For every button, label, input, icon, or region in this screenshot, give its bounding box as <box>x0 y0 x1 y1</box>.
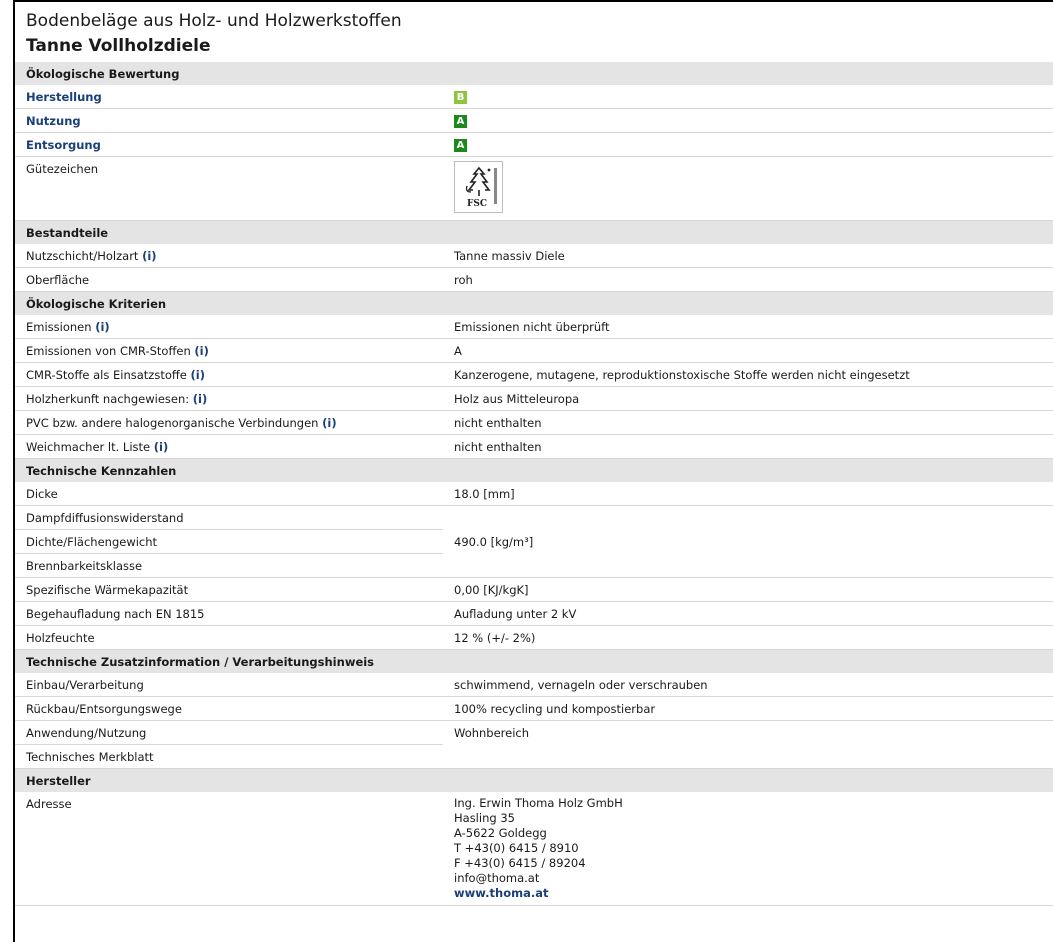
plasticizer-value: nicht enthalten <box>443 434 1053 459</box>
address-block: Ing. Erwin Thoma Holz GmbH Hasling 35 A-… <box>443 792 1053 906</box>
manufacturer-city: A-5622 Goldegg <box>454 826 547 840</box>
info-link[interactable]: (i) <box>322 416 336 430</box>
row-charge: Begehaufladung nach EN 1815 Aufladung un… <box>15 601 1053 626</box>
info-link[interactable]: (i) <box>194 344 208 358</box>
wood-origin-label: Holzherkunft nachgewiesen: <box>26 391 190 406</box>
wood-origin-value: Holz aus Mitteleuropa <box>443 386 1053 411</box>
page-frame: Bodenbeläge aus Holz- und Holzwerkstoffe… <box>13 0 1053 942</box>
usage-value: Wohnbereich <box>443 720 1053 769</box>
row-disposal: Rückbau/Entsorgungswege 100% recycling u… <box>15 696 1053 721</box>
plasticizer-label: Weichmacher lt. Liste <box>26 439 151 454</box>
seal-label: Gütezeichen <box>15 156 443 221</box>
row-heat: Spezifische Wärmekapazität 0,00 [KJ/kgK] <box>15 577 1053 602</box>
usage-label: Anwendung/Nutzung <box>15 720 443 745</box>
density-value: 490.0 [kg/m³] <box>443 529 1053 578</box>
row-usage: Anwendung/Nutzung Wohnbereich <box>15 720 1053 769</box>
row-emissions: Emissionen (i) Emissionen nicht überprüf… <box>15 315 1053 339</box>
info-link[interactable]: (i) <box>154 440 168 454</box>
thickness-value: 18.0 [mm] <box>443 482 1053 506</box>
row-density: Dichte/Flächengewicht 490.0 [kg/m³] <box>15 529 1053 578</box>
moisture-value: 12 % (+/- 2%) <box>443 625 1053 650</box>
row-moisture: Holzfeuchte 12 % (+/- 2%) <box>15 625 1053 650</box>
info-link[interactable]: (i) <box>95 320 109 334</box>
info-link[interactable]: (i) <box>191 368 205 382</box>
disposal-label: Rückbau/Entsorgungswege <box>15 696 443 721</box>
disposal-value: 100% recycling und kompostierbar <box>443 696 1053 721</box>
svg-text:FSC: FSC <box>467 199 487 209</box>
herstellung-link[interactable]: Herstellung <box>26 90 102 104</box>
row-herstellung: Herstellung B <box>15 85 1053 109</box>
address-label: Adresse <box>15 792 443 906</box>
section-manufacturer: Hersteller <box>15 768 1053 792</box>
section-additional: Technische Zusatzinformation / Verarbeit… <box>15 649 1053 673</box>
category-title: Bodenbeläge aus Holz- und Holzwerkstoffe… <box>26 11 402 31</box>
row-entsorgung: Entsorgung A <box>15 132 1053 157</box>
section-components: Bestandteile <box>15 220 1053 244</box>
emissions-label: Emissionen <box>26 319 92 334</box>
manufacturer-name: Ing. Erwin Thoma Holz GmbH <box>454 796 623 810</box>
density-label: Dichte/Flächengewicht <box>15 529 443 554</box>
info-link[interactable]: (i) <box>193 392 207 406</box>
layer-label: Nutzschicht/Holzart <box>26 248 139 263</box>
install-label: Einbau/Verarbeitung <box>15 673 443 697</box>
grade-badge-herstellung: B <box>454 91 467 104</box>
entsorgung-link[interactable]: Entsorgung <box>26 138 101 152</box>
manufacturer-street: Hasling 35 <box>454 811 515 825</box>
info-link[interactable]: (i) <box>142 249 156 263</box>
surface-label: Oberfläche <box>15 267 443 292</box>
manufacturer-phone: T +43(0) 6415 / 8910 <box>454 841 579 855</box>
cmr-input-label: CMR-Stoffe als Einsatzstoffe <box>26 367 187 382</box>
row-plasticizer: Weichmacher lt. Liste (i) nicht enthalte… <box>15 434 1053 459</box>
page-header: Bodenbeläge aus Holz- und Holzwerkstoffe… <box>15 2 1053 62</box>
row-address: Adresse Ing. Erwin Thoma Holz GmbH Hasli… <box>15 792 1053 906</box>
row-seal: Gütezeichen FSC <box>15 156 1053 221</box>
cmr-emissions-label: Emissionen von CMR-Stoffen <box>26 343 191 358</box>
heat-label: Spezifische Wärmekapazität <box>15 577 443 602</box>
moisture-label: Holzfeuchte <box>15 625 443 650</box>
row-cmr-emissions: Emissionen von CMR-Stoffen (i) A <box>15 338 1053 363</box>
row-layer: Nutzschicht/Holzart (i) Tanne massiv Die… <box>15 244 1053 268</box>
grade-badge-nutzung: A <box>454 115 467 128</box>
row-pvc: PVC bzw. andere halogenorganische Verbin… <box>15 410 1053 435</box>
manufacturer-website-link[interactable]: www.thoma.at <box>454 886 1053 901</box>
product-data-table: Ökologische Bewertung Herstellung B Nutz… <box>15 62 1053 906</box>
grade-badge-entsorgung: A <box>454 139 467 152</box>
vapor-label: Dampfdiffusionswiderstand <box>15 505 443 530</box>
section-eco-rating: Ökologische Bewertung <box>15 62 1053 85</box>
section-technical: Technische Kennzahlen <box>15 458 1053 482</box>
thickness-label: Dicke <box>15 482 443 506</box>
manufacturer-email: info@thoma.at <box>454 871 540 885</box>
install-value: schwimmend, vernageln oder verschrauben <box>443 673 1053 697</box>
fire-label: Brennbarkeitsklasse <box>15 553 443 578</box>
row-vapor: Dampfdiffusionswiderstand <box>15 505 1053 530</box>
cmr-emissions-value: A <box>443 338 1053 363</box>
charge-label: Begehaufladung nach EN 1815 <box>15 601 443 626</box>
heat-value: 0,00 [KJ/kgK] <box>443 577 1053 602</box>
row-wood-origin: Holzherkunft nachgewiesen: (i) Holz aus … <box>15 386 1053 411</box>
row-cmr-input: CMR-Stoffe als Einsatzstoffe (i) Kanzero… <box>15 362 1053 387</box>
pvc-value: nicht enthalten <box>443 410 1053 435</box>
datasheet-label: Technisches Merkblatt <box>15 744 443 769</box>
pvc-label: PVC bzw. andere halogenorganische Verbin… <box>26 415 319 430</box>
nutzung-link[interactable]: Nutzung <box>26 114 81 128</box>
row-thickness: Dicke 18.0 [mm] <box>15 482 1053 506</box>
row-install: Einbau/Verarbeitung schwimmend, vernagel… <box>15 673 1053 697</box>
emissions-value: Emissionen nicht überprüft <box>443 315 1053 339</box>
product-title: Tanne Vollholzdiele <box>26 36 211 56</box>
row-surface: Oberfläche roh <box>15 267 1053 292</box>
row-nutzung: Nutzung A <box>15 108 1053 133</box>
surface-value: roh <box>443 267 1053 292</box>
fsc-logo-icon[interactable]: FSC <box>454 161 503 213</box>
cmr-input-value: Kanzerogene, mutagene, reproduktionstoxi… <box>443 362 1053 387</box>
manufacturer-fax: F +43(0) 6415 / 89204 <box>454 856 586 870</box>
section-criteria: Ökologische Kriterien <box>15 291 1053 315</box>
charge-value: Aufladung unter 2 kV <box>443 601 1053 626</box>
layer-value: Tanne massiv Diele <box>443 244 1053 268</box>
